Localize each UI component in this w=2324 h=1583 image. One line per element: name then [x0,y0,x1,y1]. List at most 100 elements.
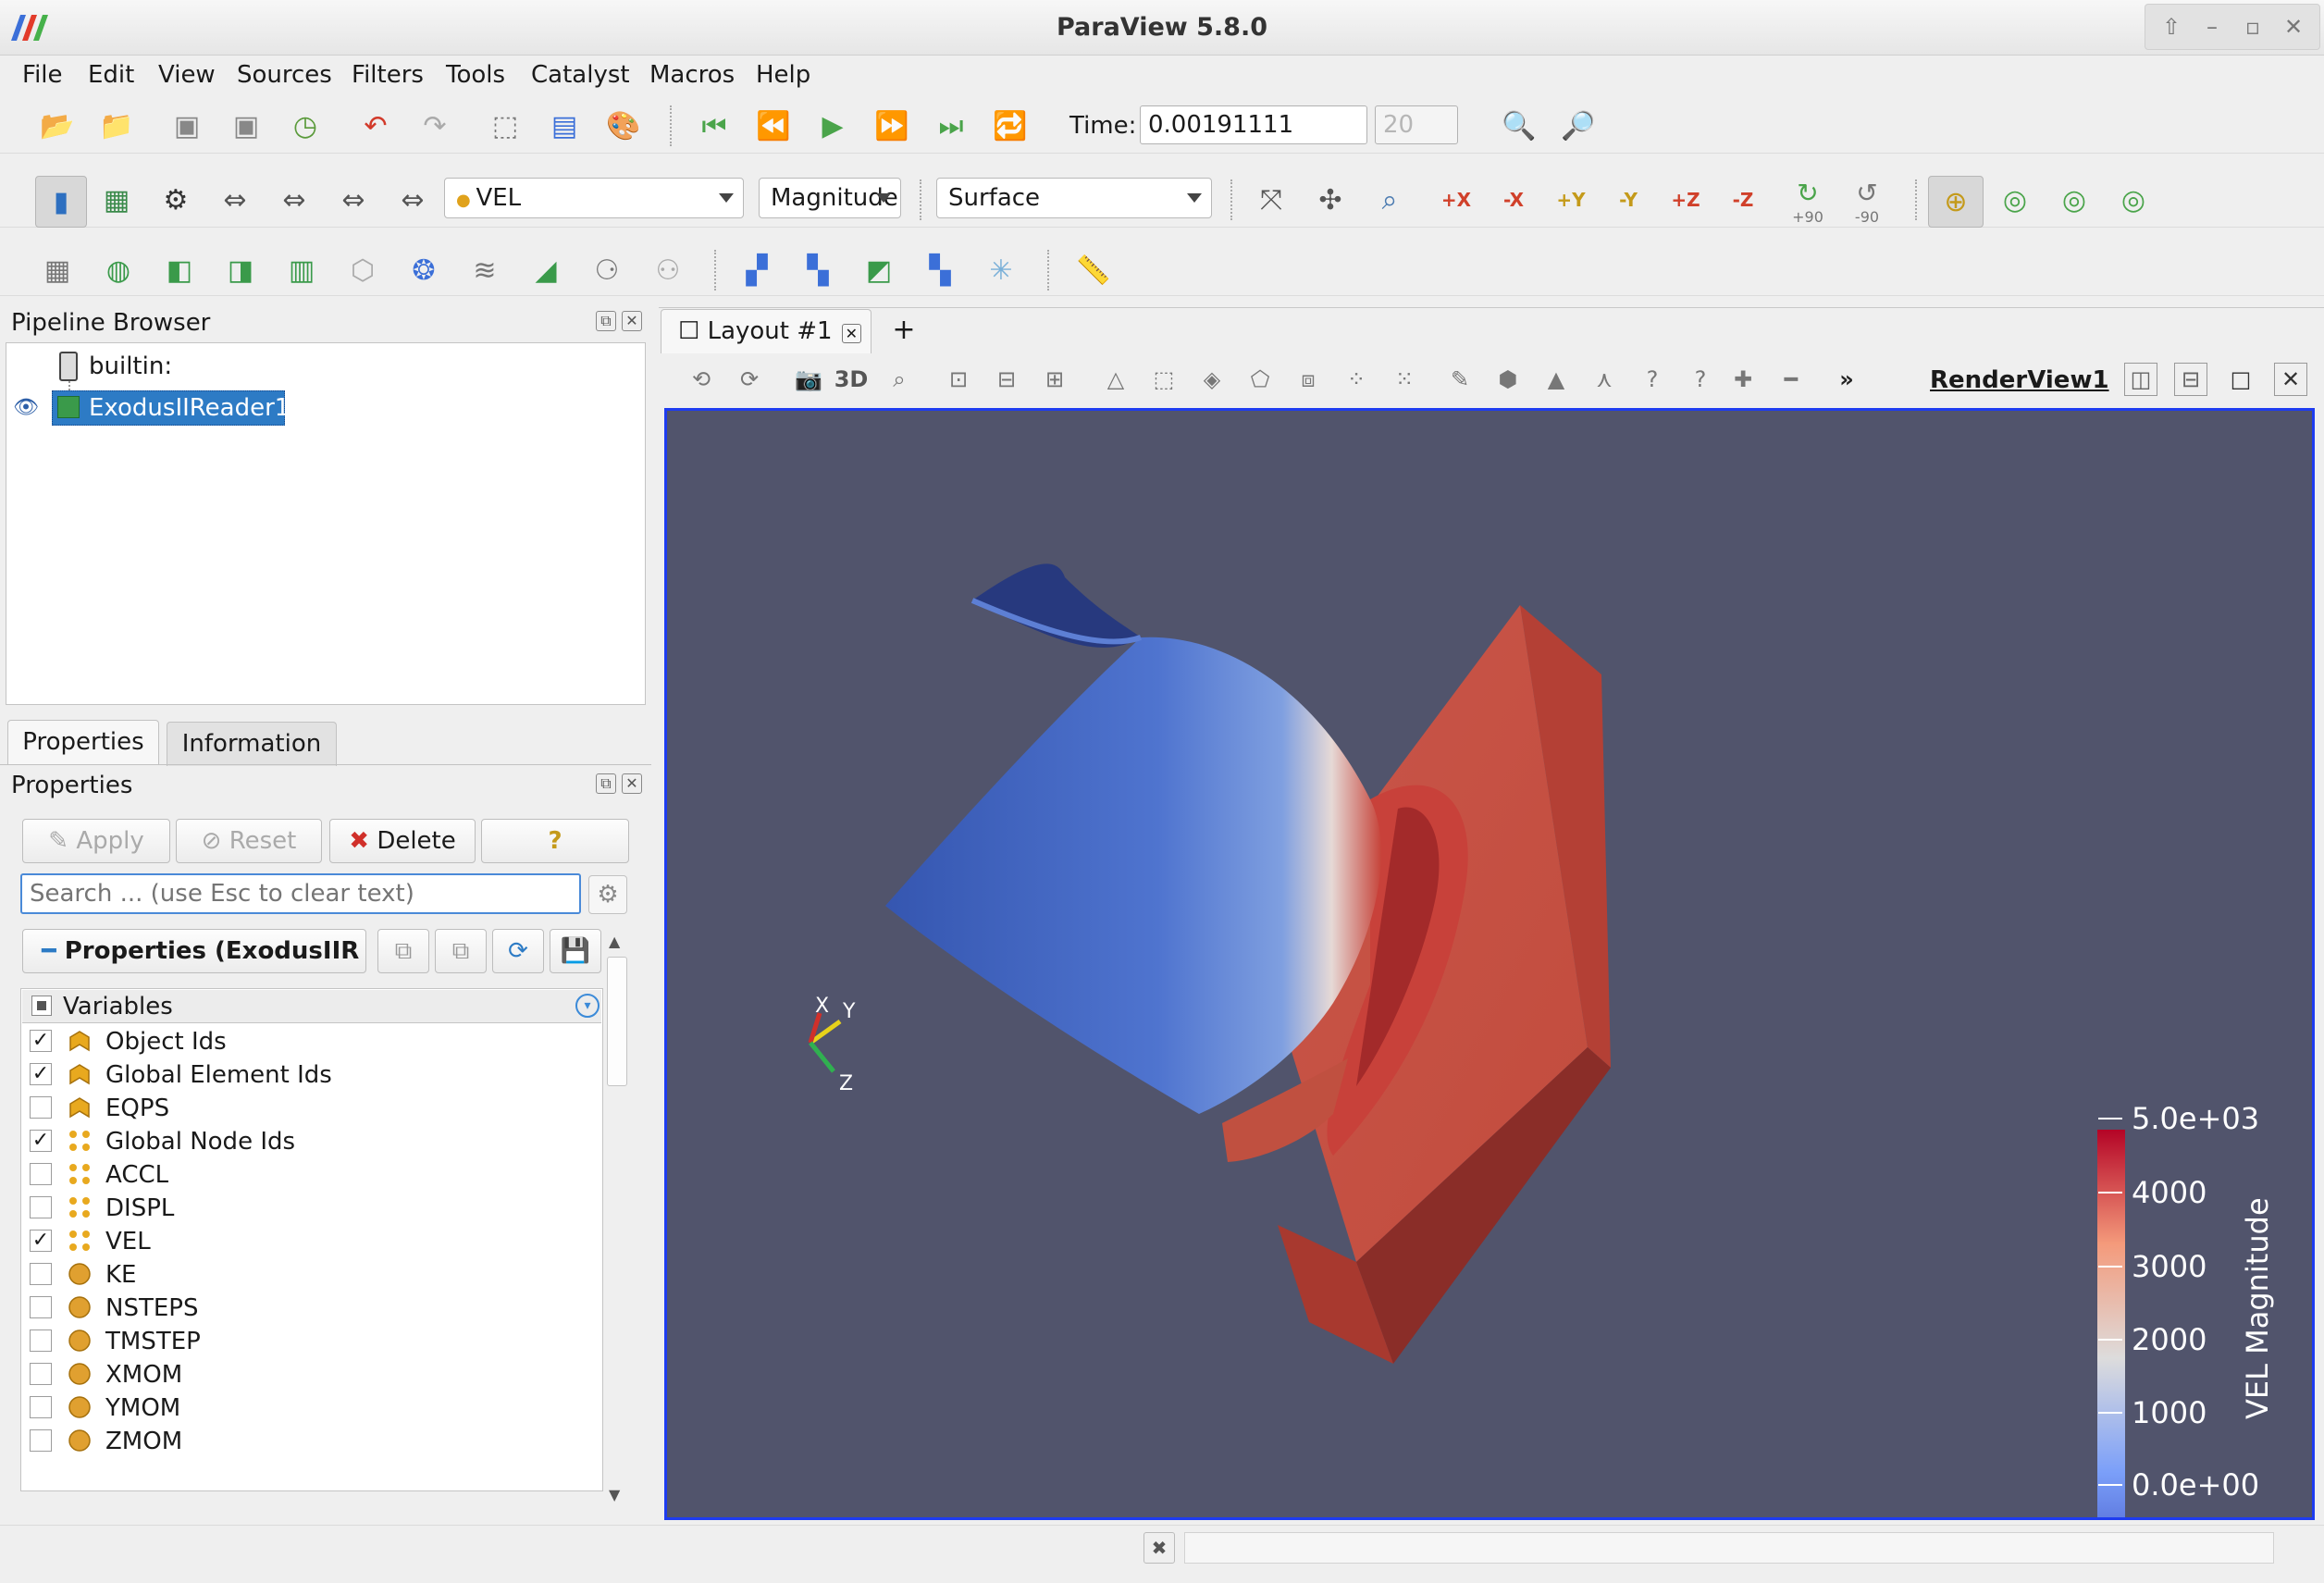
render-view[interactable]: X Y Z 5.0e+03 4000 3000 2000 1000 0.0e+0… [664,408,2315,1583]
previous-frame-icon[interactable]: ⏪ [753,105,794,146]
paste-icon[interactable]: ⧉ [435,929,487,973]
variable-checkbox[interactable] [30,1296,52,1318]
variable-checkbox[interactable] [30,1329,52,1352]
clear-output-icon[interactable]: ✖ [1143,1532,1175,1564]
menu-help[interactable]: Help [756,56,810,94]
contour-icon[interactable]: ◍ [98,250,139,291]
variable-checkbox[interactable]: ✓ [30,1130,52,1152]
delete-button[interactable]: ✖ Delete [329,819,476,863]
open-folder-icon[interactable]: 📂 [37,105,78,146]
visibility-eye-icon[interactable]: 👁 [13,396,39,419]
variable-checkbox[interactable]: ✓ [30,1030,52,1052]
hover-cells-icon[interactable]: ⬢ [1491,363,1525,396]
group-icon[interactable]: ⚆ [587,250,627,291]
menu-edit[interactable]: Edit [88,56,134,94]
tab-layout-1[interactable]: ☐ Layout #1 ✕ [661,309,872,353]
deselect-icon[interactable]: ⊟ [990,363,1023,396]
grow-selection-icon[interactable]: ⧈ [1292,363,1325,396]
variable-checkbox[interactable] [30,1429,52,1452]
variables-select-all-checkbox[interactable] [31,996,52,1016]
play-icon[interactable]: ▶ [812,105,853,146]
list-item[interactable]: ✓ Global Node Ids [20,1125,594,1158]
view-plus-y-icon[interactable]: +Y [1545,179,1597,220]
mode-3d-label[interactable]: 3D [834,363,869,396]
time-step-spinbox[interactable]: 20 [1375,105,1458,144]
list-item[interactable]: ✓ VEL [20,1225,594,1258]
plot-selection-icon[interactable]: ▞ [736,250,777,291]
palette-icon[interactable]: 🎨 [603,105,644,146]
variable-checkbox[interactable] [30,1263,52,1285]
plot-over-line-icon[interactable]: ◩ [859,250,899,291]
tab-properties[interactable]: Properties [7,720,159,764]
filter-variables-icon[interactable]: ▾ [575,994,600,1018]
minimize-button[interactable]: – [2194,11,2230,43]
list-item[interactable]: NSTEPS [20,1292,594,1325]
more-tools-button[interactable]: » [1830,363,1863,396]
menu-view[interactable]: View [158,56,216,94]
rescale-temporal-icon[interactable]: ⇔ [333,179,374,220]
zoom-box-icon[interactable]: ⌕ [883,363,916,396]
copy-icon[interactable]: ⧉ [377,929,429,973]
grow-icon[interactable]: ▲ [1539,363,1573,396]
rescale-custom-c-icon[interactable]: ⇔ [274,179,315,220]
plus-icon[interactable]: ✚ [1726,363,1760,396]
list-item[interactable]: EQPS [20,1092,594,1125]
screenshot-icon[interactable]: 📷 [792,363,825,396]
float-panel-icon[interactable]: ⧉ [596,311,616,331]
loop-icon[interactable]: 🔁 [990,105,1031,146]
reset-center-icon[interactable]: ◎ [1995,179,2035,220]
close-window-button[interactable]: ✕ [2276,11,2311,43]
pipeline-root[interactable]: builtin: [89,350,172,383]
query-cells-icon[interactable]: ? [1684,363,1717,396]
plot-over-time-icon[interactable]: ▚ [797,250,838,291]
select-surface-icon[interactable]: ◈ [1195,363,1229,396]
list-item[interactable]: TMSTEP [20,1325,594,1358]
select-polygon-icon[interactable]: ⬠ [1243,363,1277,396]
menu-file[interactable]: File [22,56,63,94]
list-item[interactable]: ZMOM [20,1425,594,1458]
select-block-icon[interactable]: △ [1099,363,1132,396]
plot-data-over-time-icon[interactable]: ▚ [920,250,960,291]
view-minus-y-icon[interactable]: -Y [1602,179,1654,220]
variable-checkbox[interactable]: ✓ [30,1063,52,1085]
list-item[interactable]: ✓ Object Ids [20,1025,594,1058]
stream-tracer-icon[interactable]: ≋ [464,250,505,291]
list-item[interactable]: ACCL [20,1158,594,1192]
next-frame-icon[interactable]: ⏩ [872,105,912,146]
zoom-to-box-icon[interactable]: ⌕ [1369,179,1410,220]
pick-center-icon[interactable]: ◎ [2054,179,2095,220]
timer-icon[interactable]: ◷ [285,105,326,146]
reset-range-icon[interactable]: ⚙ [155,179,196,220]
menu-macros[interactable]: Macros [649,56,735,94]
maximize-view-icon[interactable]: □ [2224,363,2257,396]
advanced-gear-icon[interactable]: ⚙ [588,875,627,914]
redo-icon[interactable]: ↷ [414,105,455,146]
representation-dropdown[interactable]: Surface [936,178,1212,218]
ruler-icon[interactable]: 📏 [1073,250,1114,291]
split-vertical-icon[interactable]: ⊟ [2174,363,2207,396]
threshold-icon[interactable]: ▥ [281,250,322,291]
list-item[interactable]: DISPL [20,1192,594,1225]
variable-checkbox[interactable]: ✓ [30,1230,52,1252]
split-horizontal-icon[interactable]: ◫ [2124,363,2157,396]
rescale-custom-icon[interactable]: ⇔ [215,179,255,220]
warp-icon[interactable]: ◢ [525,250,566,291]
camera-link-icon[interactable]: ⟳ [733,363,766,396]
menu-sources[interactable]: Sources [237,56,332,94]
calculator-icon[interactable]: ▦ [37,250,78,291]
hover-points-icon[interactable]: ✎ [1443,363,1477,396]
rotate-minus-90-icon[interactable]: ↺ -90 [1841,176,1893,228]
scroll-up-icon[interactable]: ▲ [609,933,620,950]
time-input[interactable]: 0.00191111 [1140,105,1367,144]
view-icon[interactable]: ▤ [544,105,585,146]
toggle-color-legend-icon[interactable]: ▮ [35,176,87,228]
camera-undo-icon[interactable]: ⬚ [485,105,525,146]
float-properties-icon[interactable]: ⧉ [596,773,616,794]
tab-information[interactable]: Information [167,722,337,766]
component-dropdown[interactable]: Magnitude [759,178,901,218]
color-array-dropdown[interactable]: ● VEL [444,178,744,218]
help-button[interactable]: ? [481,819,629,863]
close-properties-icon[interactable]: ✕ [622,773,642,794]
minus-icon[interactable]: ━ [1774,363,1808,396]
list-item[interactable]: XMOM [20,1358,594,1391]
